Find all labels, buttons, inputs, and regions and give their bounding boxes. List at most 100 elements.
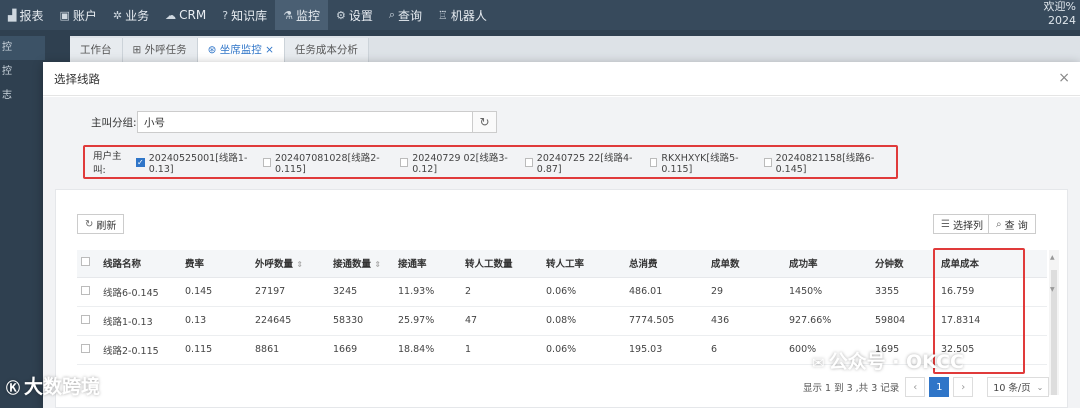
nav-item-4[interactable]: ? 知识库 [214,0,275,30]
nav-item-5[interactable]: ⚗ 监控 [275,0,328,30]
table-cell: 59804 [871,306,937,336]
row-checkbox[interactable] [81,314,90,324]
caller-option-4[interactable]: RKXHXYK[线路5-0.115] [649,150,751,175]
modal-header: 选择线路 × [43,62,1080,96]
caller-option-3[interactable]: 20240725 22[线路4-0.87] [524,150,637,175]
col-transfer-rate: 转人工率 [542,250,625,278]
nav-item-3[interactable]: ☁ CRM [157,0,214,30]
col-connect-rate: 接通率 [394,250,461,278]
search-icon: ⌕ [388,8,396,21]
col-order-count: 成单数 [707,250,785,278]
caller-option-label: RKXHXYK[线路5-0.115] [661,152,739,175]
table-cell: 18.84% [394,335,461,365]
table-cell: 3355 [871,277,937,307]
table-cell: 29 [707,277,785,307]
tab-outbound-task[interactable]: ⊞ 外呼任务 [122,38,198,62]
page-size-select[interactable]: 10 条/页 ⌄ [987,377,1050,397]
data-panel: ↻ 刷新 ☰ 选择列 ⌕ 查 询 线路名称 费率 外呼数量 ⇕ 接通数量 ⇕ 接… [55,189,1068,408]
welcome-line-2: 2024 [1048,14,1076,27]
col-transfer-count: 转人工数量 [461,250,542,278]
sort-icon[interactable]: ⇕ [296,260,303,269]
nav-item-2[interactable]: ✲ 业务 [105,0,157,30]
row-select-cell[interactable] [77,335,99,365]
sidebar-item-3[interactable]: 志 [0,84,45,108]
sort-icon[interactable]: ⇕ [374,260,381,269]
col-line-name: 线路名称 [99,250,181,278]
settings-icon: ⚙ [335,8,346,22]
table-cell: 7774.505 [625,306,707,336]
table-cell: 927.66% [785,306,871,336]
table-row[interactable]: 线路6-0.145 0.145 27197 3245 11.93% 2 0.06% 486.0… [77,277,1047,307]
scroll-up-icon[interactable]: ▲ [1050,254,1055,261]
caller-checkbox[interactable] [763,157,772,167]
table-cell: 0.06% [542,335,625,365]
nav-item-7[interactable]: ⌕ 查询 [381,0,430,30]
table-cell: 6 [707,335,785,365]
sidebar-item-2[interactable]: 控 [0,60,45,84]
table-cell: 0.08% [542,306,625,336]
caller-option-1[interactable]: 202407081028[线路2-0.115] [263,150,387,175]
gear-icon: ✲ [112,8,123,22]
col-connected-count-label: 接通数量 [333,259,372,271]
col-total-cost: 总消费 [625,250,707,278]
page-1-button[interactable]: 1 [929,377,950,397]
nav-item-8[interactable]: ♖ 机器人 [430,0,495,30]
caller-option-0[interactable]: ✓ 20240525001[线路1-0.13] [136,150,250,175]
row-select-cell[interactable] [77,277,99,307]
table-row[interactable]: 线路1-0.13 0.13 224645 58330 25.97% 47 0.08% 7774… [77,306,1047,336]
group-refresh-button[interactable]: ↻ [473,111,497,133]
table-cell: 8861 [251,335,329,365]
row-checkbox[interactable] [81,343,90,353]
refresh-button[interactable]: ↻ 刷新 [77,214,125,234]
caller-option-5[interactable]: 20240821158[线路6-0.145] [763,150,883,175]
tab-workbench[interactable]: 工作台 [70,38,123,62]
caller-checkbox[interactable] [649,157,658,167]
table-cell: 27197 [251,277,329,307]
nav-item-label: 报表 [19,8,44,23]
caller-checkbox[interactable] [263,157,271,167]
refresh-label: 刷新 [96,220,117,232]
nav-item-label: 知识库 [231,8,268,23]
caller-checkbox[interactable] [400,157,409,167]
next-page-button[interactable]: › [953,377,974,397]
table-cell: 195.03 [625,335,707,365]
row-checkbox[interactable] [81,285,90,295]
refresh-icon: ↻ [479,115,490,129]
col-outbound-count-label: 外呼数量 [255,259,294,271]
query-button[interactable]: ⌕ 查 询 [988,214,1036,234]
caller-checkbox[interactable]: ✓ [136,157,145,167]
nav-item-0[interactable]: ▟ 报表 [0,0,51,30]
table-cell: 1669 [329,335,394,365]
col-outbound-count[interactable]: 外呼数量 ⇕ [251,250,329,278]
nav-item-label: 业务 [125,8,150,23]
tab-task-cost-analysis[interactable]: 任务成本分析 [284,38,369,62]
table-cell: 11.93% [394,277,461,307]
row-select-cell[interactable] [77,306,99,336]
prev-page-button[interactable]: ‹ [905,377,926,397]
caller-option-2[interactable]: 20240729 02[线路3-0.12] [400,150,512,175]
scroll-down-icon[interactable]: ▼ [1050,286,1055,293]
robot-icon: ♖ [438,8,448,22]
nav-item-1[interactable]: ▣ 账户 [51,0,104,30]
group-select[interactable]: 小号 [137,111,473,133]
table-cell: 3245 [329,277,394,307]
table-scrollbar[interactable]: ▲ ▼ [1049,250,1059,395]
group-label: 主叫分组: [91,116,137,129]
pagination: 显示 1 到 3 ,共 3 记录 ‹ 1 › 10 条/页 ⌄ [803,377,1050,397]
nav-item-6[interactable]: ⚙ 设置 [328,0,381,30]
close-icon[interactable]: × [1058,70,1070,86]
select-columns-button[interactable]: ☰ 选择列 [933,214,991,234]
sidebar-item-1[interactable]: 控 [0,36,45,60]
left-sidebar: 控 控 志 [0,30,45,408]
pager-summary: 显示 1 到 3 ,共 3 记录 [803,383,900,394]
monitor-icon: ⚗ [283,8,293,22]
select-all-checkbox[interactable] [81,257,90,267]
refresh-icon: ↻ [85,218,94,230]
logo-watermark-text: 大数跨境 [24,376,101,398]
table-cell: 1450% [785,277,871,307]
select-all-cell[interactable] [77,250,99,278]
col-connected-count[interactable]: 接通数量 ⇕ [329,250,394,278]
caller-checkbox[interactable] [524,157,533,167]
caller-option-label: 202407081028[线路2-0.115] [274,152,380,175]
tab-agent-monitor[interactable]: ⊛ 坐席监控 × [197,38,285,62]
